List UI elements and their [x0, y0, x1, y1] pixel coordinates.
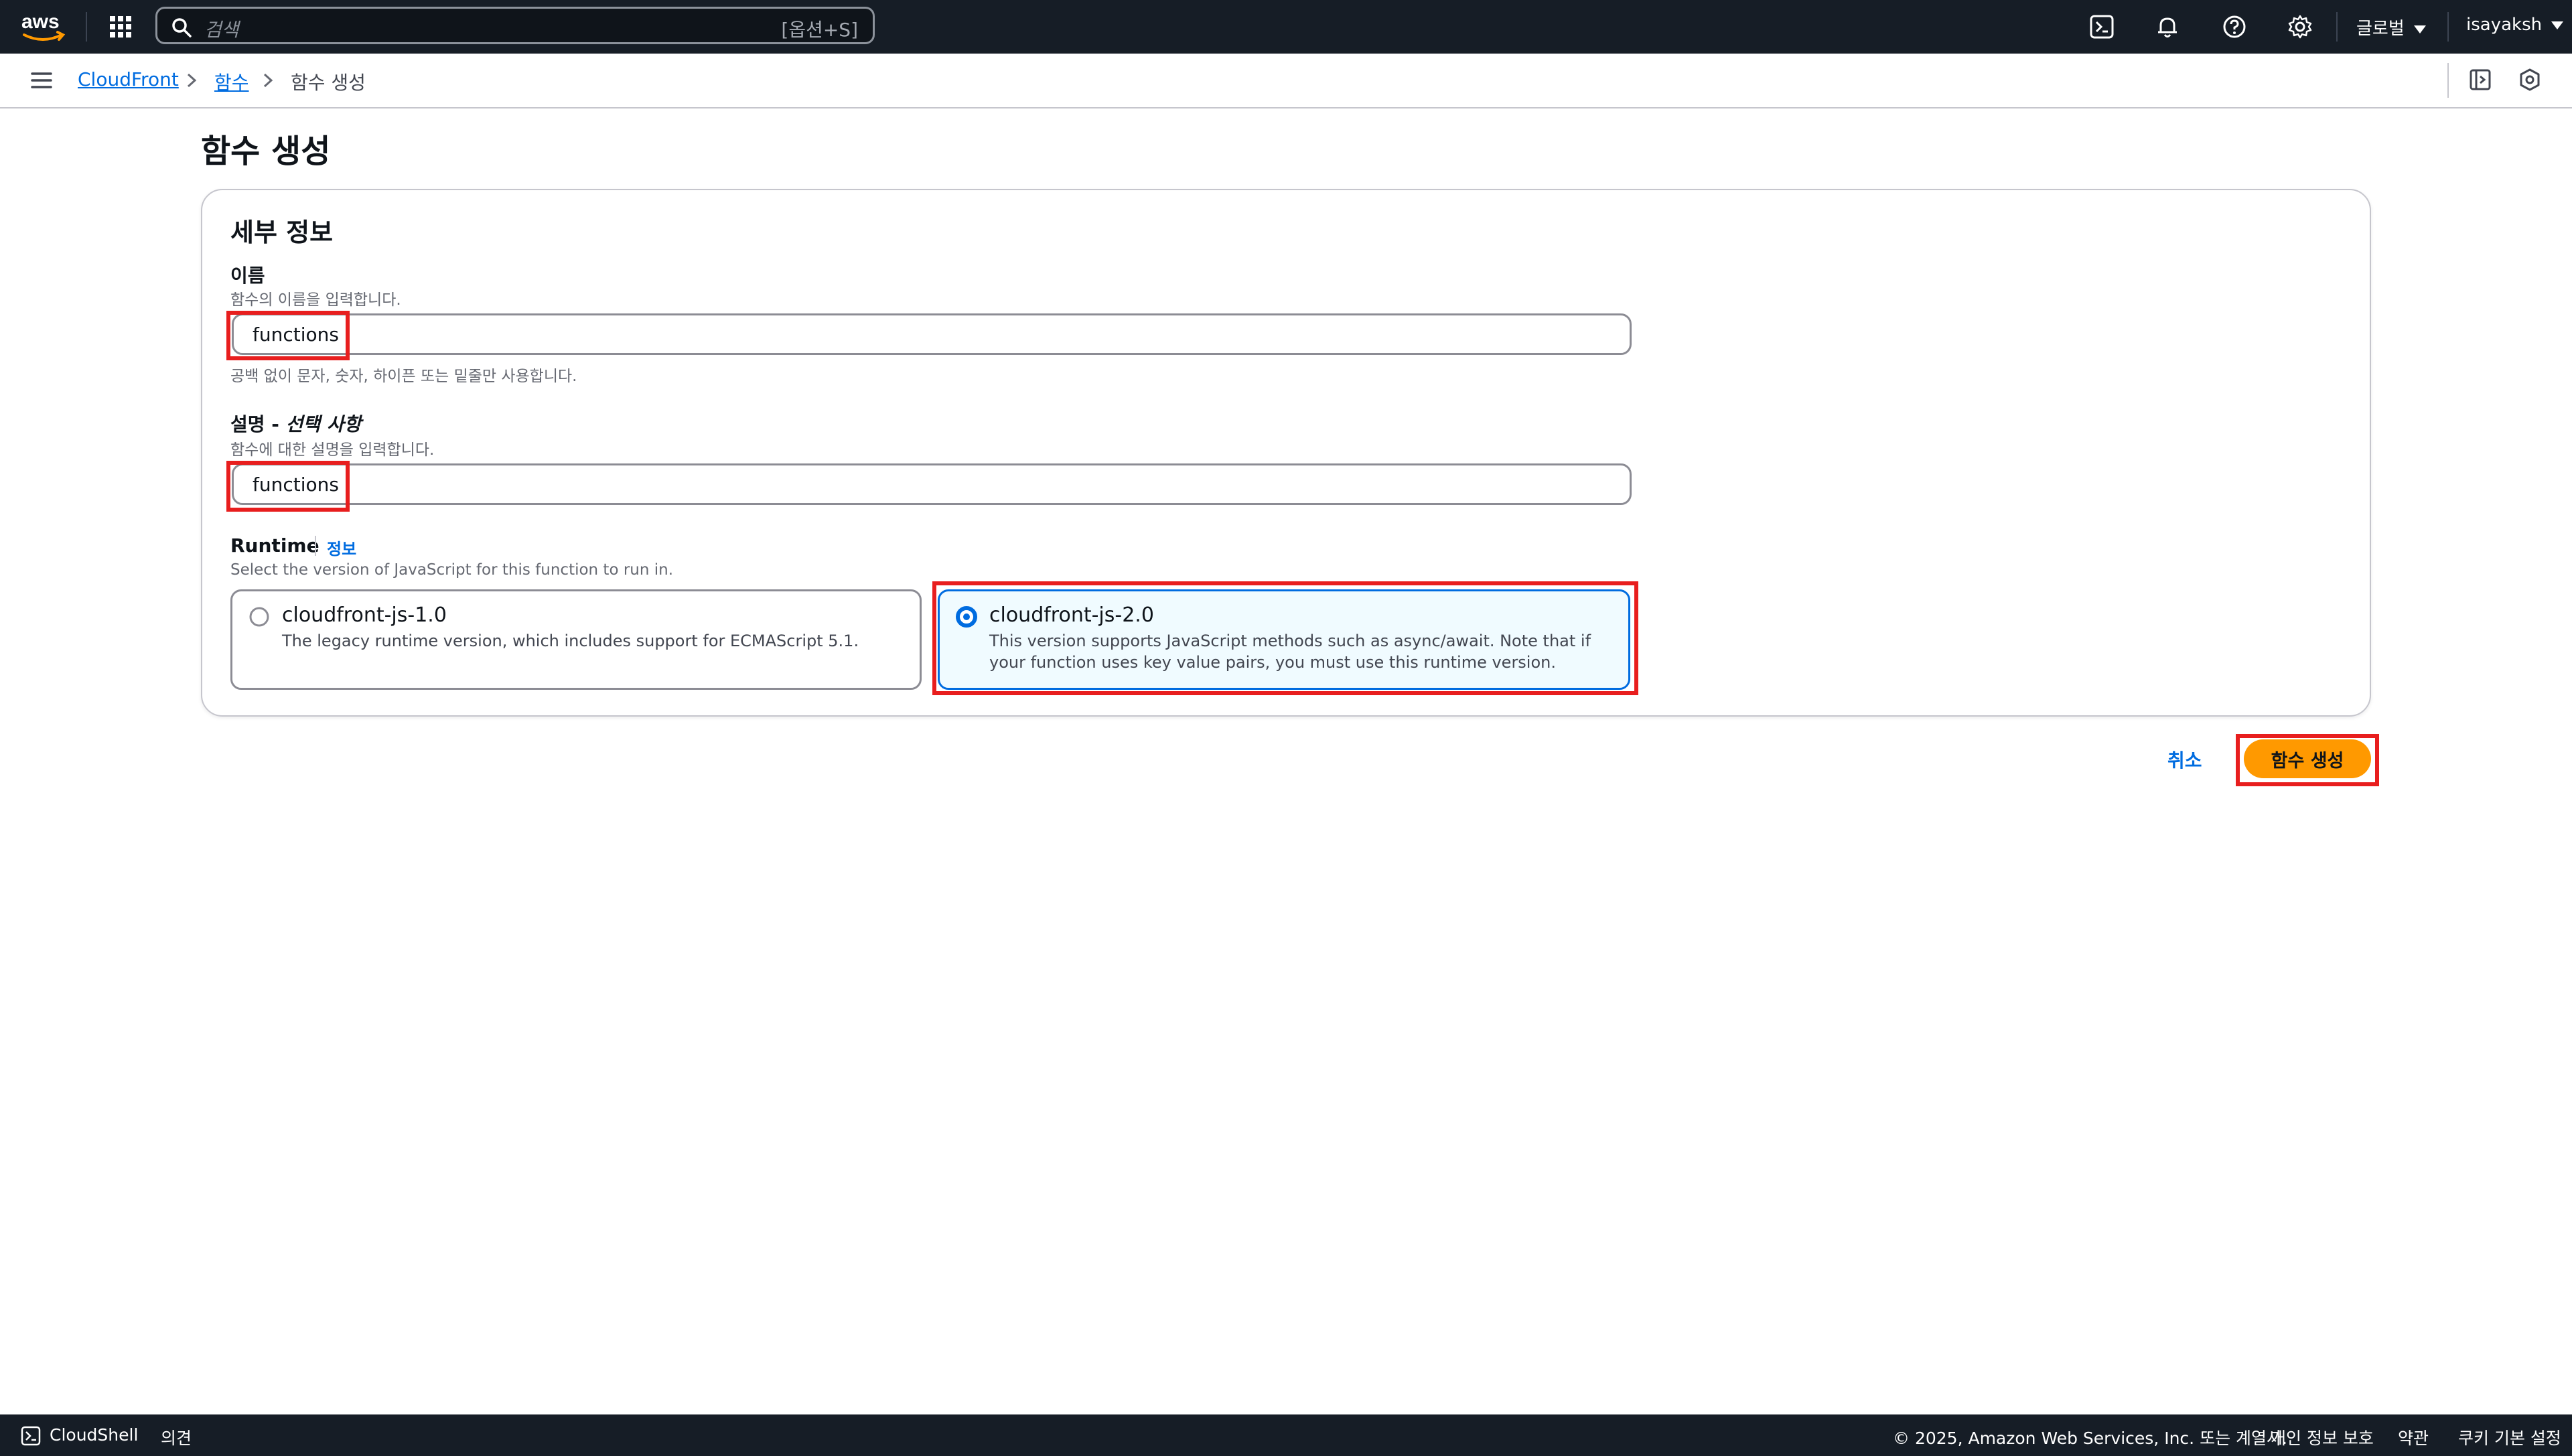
- runtime-info-link[interactable]: 정보: [327, 536, 356, 559]
- search-input[interactable]: 검색 [옵션+S]: [155, 7, 875, 44]
- shield-settings-icon[interactable]: [2517, 67, 2543, 92]
- nav-divider: [86, 12, 87, 42]
- chevron-right-icon: [187, 73, 197, 88]
- cancel-button[interactable]: 취소: [2167, 746, 2202, 773]
- name-input[interactable]: [232, 313, 1632, 355]
- footer-terms-link[interactable]: 약관: [2398, 1425, 2429, 1449]
- menu-icon[interactable]: [29, 70, 54, 91]
- create-function-button[interactable]: 함수 생성: [2244, 739, 2371, 778]
- help-icon[interactable]: [2221, 13, 2248, 40]
- breadcrumb: CloudFront 함수 함수 생성: [0, 54, 2572, 108]
- runtime-option-title: cloudfront-js-2.0: [989, 603, 1154, 627]
- runtime-description: Select the version of JavaScript for thi…: [230, 561, 674, 579]
- footer-cloudshell-link[interactable]: CloudShell: [50, 1425, 138, 1445]
- runtime-option-js-1[interactable]: cloudfront-js-1.0 The legacy runtime ver…: [230, 589, 922, 690]
- runtime-option-js-2[interactable]: cloudfront-js-2.0 This version supports …: [938, 589, 1630, 690]
- cloudshell-icon[interactable]: [20, 1425, 42, 1447]
- caret-down-icon: [2413, 25, 2426, 33]
- description-label: 설명 - 선택 사항: [230, 410, 361, 437]
- footer-cookies-link[interactable]: 쿠키 기본 설정: [2458, 1425, 2561, 1449]
- search-placeholder: 검색: [204, 19, 239, 41]
- region-label: 글로벌: [2356, 19, 2405, 39]
- description-input[interactable]: [232, 463, 1632, 505]
- breadcrumb-functions[interactable]: 함수: [214, 68, 249, 95]
- footer-copyright: © 2025, Amazon Web Services, Inc. 또는 계열사…: [1893, 1429, 2287, 1448]
- runtime-option-title: cloudfront-js-1.0: [282, 603, 447, 627]
- details-panel: 세부 정보 이름 함수의 이름을 입력합니다. 공백 없이 문자, 숫자, 하이…: [201, 189, 2371, 717]
- description-optional-text: 선택 사항: [285, 413, 362, 435]
- user-menu[interactable]: isayaksh: [2466, 15, 2564, 35]
- top-navigation: aws 검색 [옵션+S] 글로벌 isayaksh: [0, 0, 2572, 54]
- apps-grid-icon[interactable]: [107, 13, 134, 40]
- description-label-text: 설명 -: [230, 413, 279, 435]
- runtime-option-description: The legacy runtime version, which includ…: [282, 632, 859, 650]
- svg-text:aws: aws: [21, 11, 60, 33]
- description-description: 함수에 대한 설명을 입력합니다.: [230, 441, 435, 459]
- caret-down-icon: [2551, 21, 2564, 29]
- nav-divider: [2336, 12, 2338, 42]
- notes-panel-icon[interactable]: [2468, 67, 2493, 92]
- label-divider: [315, 536, 316, 556]
- runtime-option-description: This version supports JavaScript methods…: [989, 632, 1591, 672]
- toolbar-divider: [2447, 63, 2449, 98]
- footer-feedback-link[interactable]: 의견: [161, 1425, 192, 1449]
- search-shortcut: [옵션+S]: [781, 19, 858, 41]
- footer-privacy-link[interactable]: 개인 정보 보호: [2271, 1425, 2374, 1449]
- name-label: 이름: [230, 265, 265, 287]
- aws-logo-icon[interactable]: aws: [20, 8, 68, 46]
- runtime-label: Runtime: [230, 534, 319, 557]
- panel-title: 세부 정보: [230, 218, 334, 247]
- radio-selected-icon[interactable]: [956, 606, 977, 628]
- page-title: 함수 생성: [201, 133, 331, 170]
- chevron-right-icon: [263, 73, 273, 88]
- name-description: 함수의 이름을 입력합니다.: [230, 291, 401, 309]
- nav-divider: [2447, 12, 2449, 42]
- footer: CloudShell 의견 © 2025, Amazon Web Service…: [0, 1414, 2572, 1456]
- user-name: isayaksh: [2466, 15, 2543, 35]
- cloudshell-icon[interactable]: [2088, 13, 2115, 40]
- bell-icon[interactable]: [2154, 13, 2181, 40]
- breadcrumb-current: 함수 생성: [291, 72, 366, 94]
- radio-unselected-icon[interactable]: [248, 606, 270, 628]
- search-icon: [172, 18, 192, 38]
- region-selector[interactable]: 글로벌: [2356, 15, 2426, 40]
- breadcrumb-cloudfront[interactable]: CloudFront: [78, 68, 179, 90]
- gear-icon[interactable]: [2287, 13, 2313, 40]
- name-constraint: 공백 없이 문자, 숫자, 하이픈 또는 밑줄만 사용합니다.: [230, 368, 577, 385]
